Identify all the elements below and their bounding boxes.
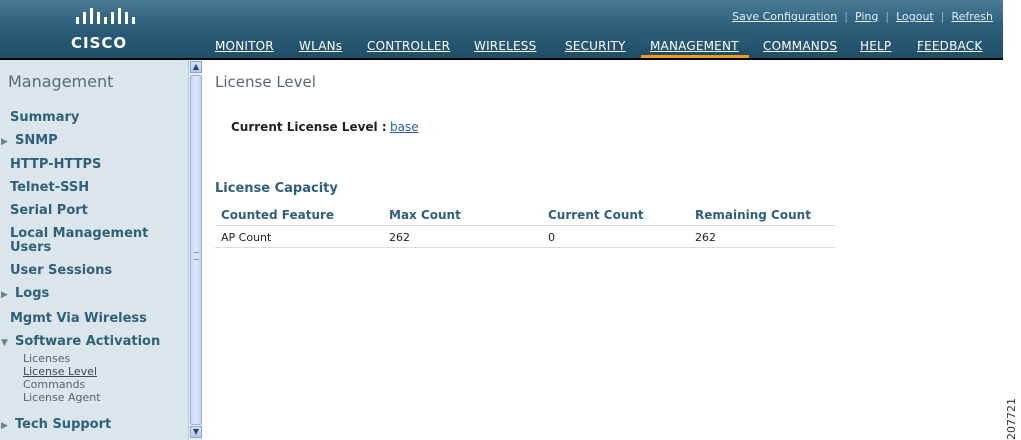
sidebar-item-user-sessions[interactable]: User Sessions	[10, 263, 112, 278]
sidebar-item-summary[interactable]: Summary	[10, 110, 79, 125]
sidebar-item-serial-port[interactable]: Serial Port	[10, 203, 88, 218]
nav-commands[interactable]: COMMANDS	[763, 39, 837, 53]
table-header: Counted Feature Max Count Current Count …	[215, 206, 835, 226]
save-configuration-link[interactable]: Save Configuration	[732, 10, 837, 23]
sidebar-item-label: SNMP	[15, 133, 58, 148]
sidebar-item-label: Mgmt Via Wireless	[10, 311, 147, 326]
collapse-arrow-icon: ▼	[1, 338, 8, 348]
sidebar-item-local-management-users[interactable]: Local Management Users	[10, 227, 148, 255]
expand-arrow-icon: ▶	[1, 137, 8, 147]
refresh-link[interactable]: Refresh	[951, 10, 993, 23]
scroll-down-icon[interactable]: ▼	[190, 426, 202, 438]
sidebar-title: Management	[8, 72, 114, 91]
grip-icon	[194, 252, 199, 260]
scroll-up-icon[interactable]: ▲	[190, 61, 202, 73]
expand-arrow-icon: ▶	[1, 290, 8, 300]
ping-link[interactable]: Ping	[855, 10, 878, 23]
nav-wlans[interactable]: WLANs	[299, 39, 342, 53]
current-license-value-link[interactable]: base	[390, 120, 419, 134]
main-content: License Level Current License Level : ba…	[203, 60, 1003, 440]
sidebar: Management Summary ▶ SNMP HTTP-HTTPS Teln…	[0, 60, 202, 440]
column-header: Counted Feature	[221, 208, 335, 222]
sidebar-item-label: User Sessions	[10, 263, 113, 278]
sidebar-item-http-https[interactable]: HTTP-HTTPS	[10, 157, 101, 172]
scrollbar-thumb[interactable]	[190, 75, 202, 425]
separator: |	[885, 10, 890, 23]
nav-management[interactable]: MANAGEMENT	[641, 37, 749, 57]
nav-help[interactable]: HELP	[860, 39, 891, 53]
license-capacity-table: Counted Feature Max Count Current Count …	[215, 206, 835, 248]
sidebar-scrollbar[interactable]: ▲ ▼	[188, 60, 202, 440]
nav-feedback[interactable]: FEEDBACK	[917, 39, 982, 53]
sidebar-item-software-activation[interactable]: ▼ Software Activation	[0, 334, 160, 349]
nav-security[interactable]: SECURITY	[565, 39, 626, 53]
expand-arrow-icon: ▶	[1, 421, 8, 431]
sidebar-item-label: Local Management	[10, 226, 149, 241]
top-header: CISCO Save Configuration | Ping | Logout…	[0, 0, 1003, 58]
sidebar-item-label: Summary	[10, 110, 80, 125]
figure-number: 207721	[1005, 398, 1018, 440]
table-row: AP Count 262 0 262	[215, 226, 835, 248]
current-license-label: Current License Level :	[231, 120, 387, 134]
sidebar-item-logs[interactable]: ▶ Logs	[0, 286, 49, 301]
sidebar-item-label: Tech Support	[15, 417, 112, 432]
sidebar-item-snmp[interactable]: ▶ SNMP	[0, 133, 58, 148]
table-cell: 0	[548, 231, 555, 244]
sidebar-item-label: Telnet-SSH	[10, 180, 90, 195]
column-header: Remaining Count	[695, 208, 811, 222]
sidebar-item-label: HTTP-HTTPS	[10, 157, 102, 172]
nav-monitor[interactable]: MONITOR	[215, 39, 274, 53]
sidebar-subitem-license-level[interactable]: License Level	[23, 365, 97, 378]
table-cell: AP Count	[221, 231, 272, 244]
table-cell: 262	[695, 231, 716, 244]
cisco-bridge-icon	[76, 8, 135, 24]
separator: |	[940, 10, 945, 23]
column-header: Max Count	[389, 208, 461, 222]
license-capacity-title: License Capacity	[215, 181, 338, 196]
utility-links: Save Configuration | Ping | Logout | Ref…	[732, 10, 993, 23]
sidebar-item-label: Users	[10, 240, 52, 255]
sidebar-subitem-license-agent[interactable]: License Agent	[23, 391, 101, 404]
sidebar-subitem-commands[interactable]: Commands	[23, 378, 85, 391]
table-cell: 262	[389, 231, 410, 244]
page-title: License Level	[215, 73, 316, 91]
nav-wireless[interactable]: WIRELESS	[474, 39, 536, 53]
separator: |	[844, 10, 848, 23]
column-header: Current Count	[548, 208, 644, 222]
sidebar-item-telnet-ssh[interactable]: Telnet-SSH	[10, 180, 89, 195]
sidebar-item-label: Serial Port	[10, 203, 88, 218]
sidebar-subitem-licenses[interactable]: Licenses	[23, 352, 70, 365]
sidebar-item-tech-support[interactable]: ▶ Tech Support	[0, 417, 111, 432]
sidebar-item-label: Software Activation	[15, 334, 161, 349]
nav-controller[interactable]: CONTROLLER	[367, 39, 450, 53]
sidebar-item-mgmt-via-wireless[interactable]: Mgmt Via Wireless	[10, 311, 147, 326]
sidebar-item-label: Logs	[15, 286, 50, 301]
main-nav: MONITOR WLANs CONTROLLER WIRELESS SECURI…	[0, 37, 1003, 57]
logout-link[interactable]: Logout	[896, 10, 934, 23]
page-margin	[1003, 0, 1021, 440]
